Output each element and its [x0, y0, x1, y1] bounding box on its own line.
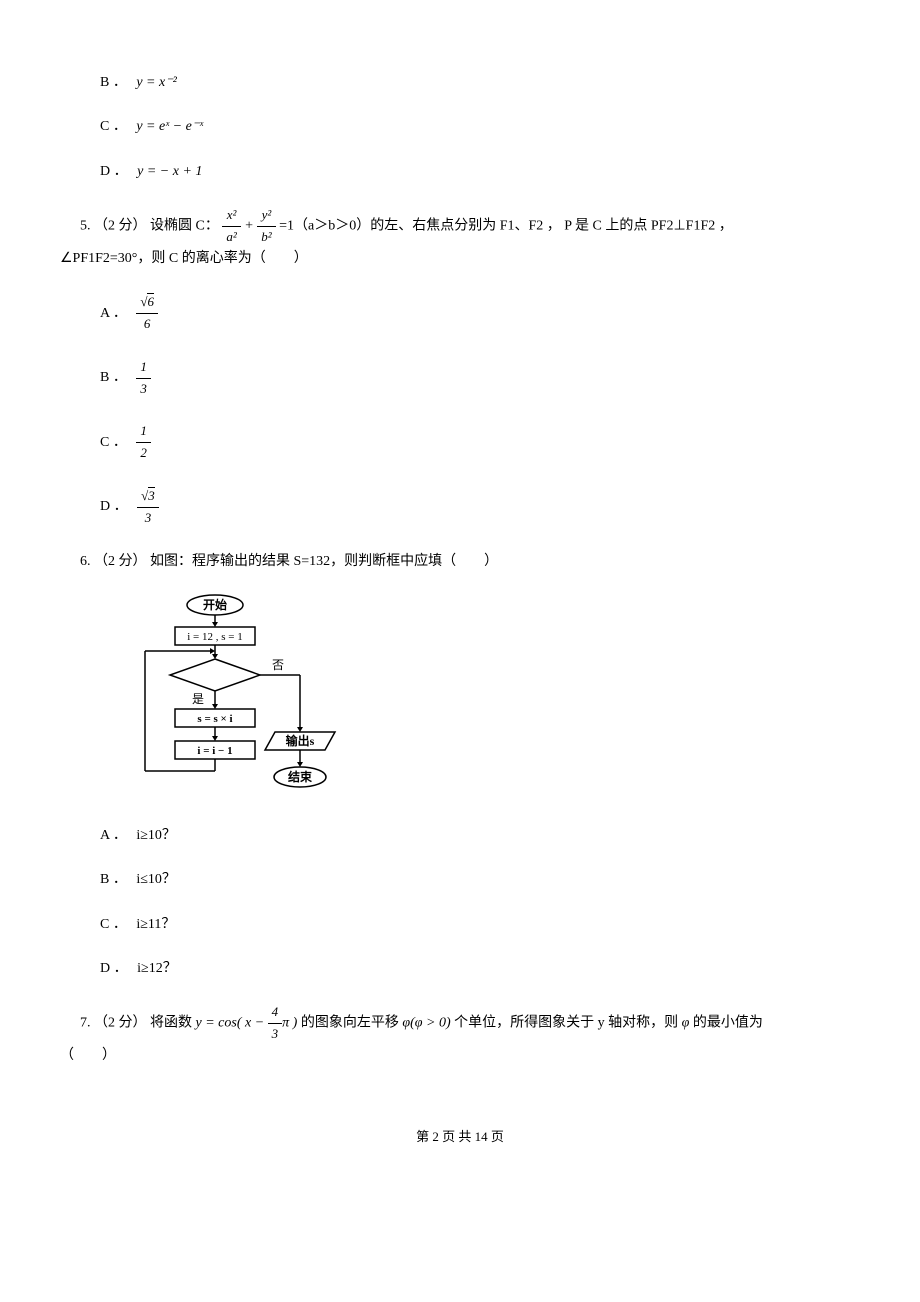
frac-den: 2	[136, 443, 151, 464]
option-label: B ．	[100, 872, 127, 887]
flow-assign-i: i = i − 1	[197, 745, 232, 757]
q7-phi: φ(φ > 0)	[402, 1016, 450, 1031]
q4-option-b: B ． y = x⁻²	[100, 72, 860, 94]
option-label: C ．	[100, 917, 127, 932]
page-footer: 第 2 页 共 14 页	[60, 1127, 860, 1148]
frac-den: 3	[137, 508, 159, 529]
option-label: B ．	[100, 75, 127, 90]
q7-mid: 的图象向左平移	[301, 1016, 399, 1031]
q6-text: 6. （2 分） 如图：程序输出的结果 S=132，则判断框中应填（ ）	[80, 554, 498, 569]
q4-option-d: D ． y = − x + 1	[100, 161, 860, 183]
frac-num: √3	[137, 486, 159, 508]
q5-option-c: C ． 1 2	[100, 421, 860, 464]
frac-den: 3	[268, 1024, 283, 1045]
q7-expr: y = cos( x −	[196, 1016, 268, 1031]
q4-option-c: C ． y = eˣ − e⁻ˣ	[100, 116, 860, 138]
option-label: A ．	[100, 306, 127, 321]
q5-option-d: D ． √3 3	[100, 486, 860, 529]
flow-end: 结束	[288, 769, 313, 784]
question-5: 5. （2 分） 设椭圆 C： x² a² + y² b² =1（a＞b＞0）的…	[80, 205, 860, 270]
q7-frac: 43	[268, 1002, 283, 1045]
option-text: i≤10？	[136, 872, 176, 887]
flowchart-figure: 开始 i = 12 , s = 1 否 是 s = s × i i = i − …	[120, 593, 860, 803]
plus-sign: +	[244, 219, 257, 234]
frac-num: y²	[257, 205, 275, 227]
flow-no: 否	[272, 658, 284, 672]
option-label: A ．	[100, 828, 127, 843]
option-text: i≥12？	[137, 961, 177, 976]
q7-line2: （ ）	[60, 1045, 860, 1067]
question-6: 6. （2 分） 如图：程序输出的结果 S=132，则判断框中应填（ ）	[80, 551, 860, 573]
q6-option-c: C ． i≥11？	[100, 914, 860, 936]
option-label: C ．	[100, 435, 127, 450]
option-label: D ．	[100, 961, 128, 976]
option-frac: √3 3	[137, 486, 159, 529]
q5-option-a: A ． √6 6	[100, 292, 860, 335]
q7-stem: 7. （2 分） 将函数 y = cos( x − 43π ) 的图象向左平移 …	[80, 1002, 860, 1045]
frac-num: x²	[222, 205, 240, 227]
q5-prefix: 5. （2 分） 设椭圆 C：	[80, 219, 219, 234]
q5-option-b: B ． 1 3	[100, 357, 860, 400]
q6-option-b: B ． i≤10？	[100, 869, 860, 891]
option-text: i≥11？	[136, 917, 175, 932]
flow-yes: 是	[192, 692, 204, 706]
option-frac: √6 6	[136, 292, 158, 335]
option-frac: 1 3	[136, 357, 151, 400]
q7-tail2: 的最小值为	[693, 1016, 763, 1031]
option-expr: y = x⁻²	[136, 75, 176, 90]
q7-prefix: 7. （2 分） 将函数	[80, 1016, 192, 1031]
option-label: D ．	[100, 164, 128, 179]
frac-den: 6	[136, 314, 158, 335]
q5-stem: 5. （2 分） 设椭圆 C： x² a² + y² b² =1（a＞b＞0）的…	[80, 205, 860, 248]
option-expr: y = − x + 1	[137, 164, 202, 179]
option-label: B ．	[100, 370, 127, 385]
frac-num: 1	[136, 357, 151, 379]
option-label: D ．	[100, 499, 128, 514]
frac-den: b²	[257, 227, 275, 248]
q6-option-d: D ． i≥12？	[100, 958, 860, 980]
flow-start: 开始	[203, 597, 227, 612]
ellipse-term1: x² a²	[222, 205, 240, 248]
option-frac: 1 2	[136, 421, 151, 464]
frac-num: 1	[136, 421, 151, 443]
flow-assign-s: s = s × i	[197, 713, 232, 725]
option-expr: y = eˣ − e⁻ˣ	[136, 119, 203, 134]
q5-line2: ∠PF1F2=30°，则 C 的离心率为（ ）	[60, 248, 860, 270]
flow-output: 输出s	[286, 733, 315, 748]
option-label: C ．	[100, 119, 127, 134]
frac-den: a²	[222, 227, 240, 248]
frac-num: 4	[268, 1002, 283, 1024]
flow-init: i = 12 , s = 1	[187, 631, 243, 643]
ellipse-term2: y² b²	[257, 205, 275, 248]
option-text: i≥10？	[136, 828, 176, 843]
question-7: 7. （2 分） 将函数 y = cos( x − 43π ) 的图象向左平移 …	[80, 1002, 860, 1067]
frac-num: √6	[136, 292, 158, 314]
q7-phi2: φ	[682, 1016, 690, 1031]
frac-den: 3	[136, 379, 151, 400]
q7-tail: 个单位，所得图象关于 y 轴对称，则	[454, 1016, 678, 1031]
q6-option-a: A ． i≥10？	[100, 825, 860, 847]
q5-tail: =1（a＞b＞0）的左、右焦点分别为 F1、F2 ， P 是 C 上的点 PF2…	[279, 219, 733, 234]
q7-expr-tail: π )	[282, 1016, 297, 1031]
